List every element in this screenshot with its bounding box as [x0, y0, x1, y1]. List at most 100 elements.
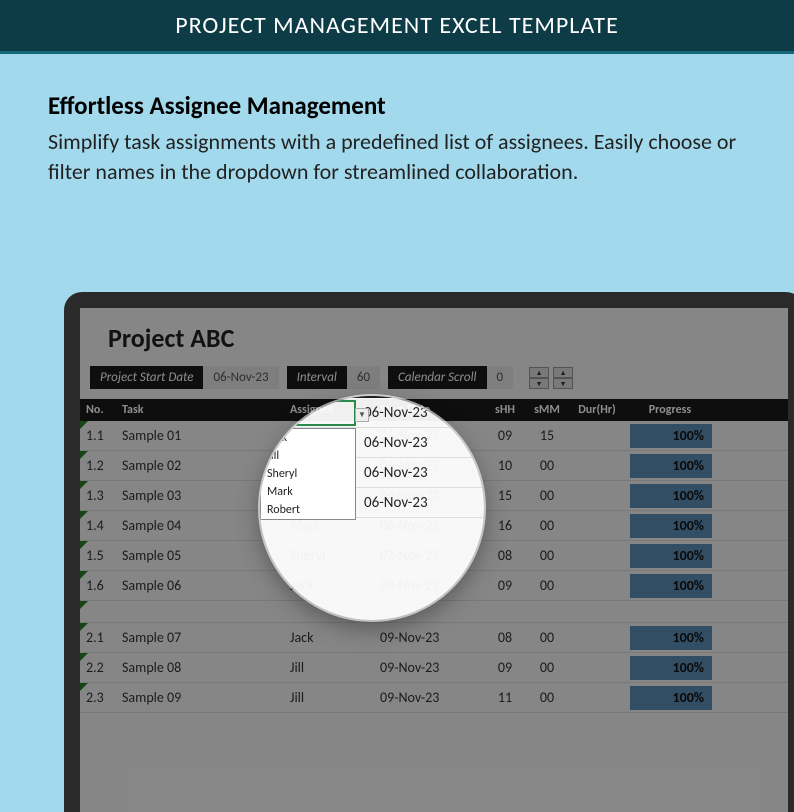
- page-banner: PROJECT MANAGEMENT EXCEL TEMPLATE: [0, 0, 794, 54]
- cell-start[interactable]: 09-Nov-23: [374, 659, 484, 676]
- chevron-up-icon[interactable]: ▲: [553, 367, 573, 378]
- cell-shh[interactable]: 08: [484, 547, 526, 564]
- cell-assignee[interactable]: Jill: [284, 659, 374, 676]
- spinner-2[interactable]: ▲ ▼: [553, 367, 573, 389]
- cell-no[interactable]: 1.1: [80, 427, 116, 444]
- spinner-1[interactable]: ▲ ▼: [529, 367, 549, 389]
- cell-smm[interactable]: 00: [526, 659, 568, 676]
- cell-no[interactable]: 1.6: [80, 577, 116, 594]
- table-spacer: [80, 601, 788, 623]
- cell-no[interactable]: 2.2: [80, 659, 116, 676]
- spotlight-start-0[interactable]: 06-Nov-23: [358, 404, 478, 422]
- table-row[interactable]: 2.2Sample 08Jill09-Nov-230900 100%: [80, 653, 788, 683]
- cell-smm[interactable]: 00: [526, 577, 568, 594]
- cell-no[interactable]: 1.4: [80, 517, 116, 534]
- cell-progress-wrap: 100%: [626, 544, 714, 568]
- cell-progress-wrap: 100%: [626, 626, 714, 650]
- chevron-down-icon[interactable]: ▼: [553, 378, 573, 389]
- param-interval-value[interactable]: 60: [347, 366, 380, 389]
- cell-smm[interactable]: 00: [526, 517, 568, 534]
- spinner-group: ▲ ▼ ▲ ▼: [529, 367, 573, 389]
- dropdown-option[interactable]: Jill: [261, 447, 355, 465]
- cell-shh[interactable]: 10: [484, 457, 526, 474]
- cell-progress-wrap: 100%: [626, 454, 714, 478]
- cell-no[interactable]: 2.1: [80, 629, 116, 646]
- triangle-icon: [80, 451, 88, 459]
- cell-smm[interactable]: 00: [526, 487, 568, 504]
- param-scroll-label: Calendar Scroll: [388, 366, 487, 389]
- cell-task[interactable]: Sample 02: [116, 457, 284, 474]
- progress-cell[interactable]: 100%: [630, 626, 712, 650]
- cell-assignee[interactable]: Jill: [284, 689, 374, 706]
- cell-shh[interactable]: 09: [484, 427, 526, 444]
- spotlight-start-3[interactable]: 06-Nov-23: [358, 494, 478, 512]
- cell-no[interactable]: 1.3: [80, 487, 116, 504]
- cell-no[interactable]: 1.5: [80, 547, 116, 564]
- chevron-up-icon[interactable]: ▲: [529, 367, 549, 378]
- cell-progress-wrap: 100%: [626, 686, 714, 710]
- progress-cell[interactable]: 100%: [630, 656, 712, 680]
- dropdown-option[interactable]: Jack: [261, 429, 355, 447]
- cell-task[interactable]: Sample 04: [116, 517, 284, 534]
- col-header-no: No.: [80, 403, 116, 417]
- project-params-row: Project Start Date 06-Nov-23 Interval 60…: [80, 366, 788, 389]
- triangle-icon: [80, 653, 88, 661]
- cell-start[interactable]: 09-Nov-23: [374, 629, 484, 646]
- progress-cell[interactable]: 100%: [630, 514, 712, 538]
- progress-cell[interactable]: 100%: [630, 484, 712, 508]
- param-interval-label: Interval: [287, 366, 347, 389]
- triangle-icon: [80, 571, 88, 579]
- cell-shh[interactable]: 09: [484, 577, 526, 594]
- promo-section: Effortless Assignee Management Simplify …: [0, 54, 794, 214]
- cell-smm[interactable]: 00: [526, 547, 568, 564]
- col-header-task: Task: [116, 403, 284, 417]
- promo-heading: Effortless Assignee Management: [48, 90, 746, 121]
- param-start-label: Project Start Date: [90, 366, 203, 389]
- table-body-2: 2.1Sample 07Jack09-Nov-230800100%2.2Samp…: [80, 623, 788, 713]
- table-row[interactable]: 2.1Sample 07Jack09-Nov-230800 100%: [80, 623, 788, 653]
- dropdown-option[interactable]: Mark: [261, 483, 355, 501]
- cell-progress-wrap: 100%: [626, 484, 714, 508]
- cell-shh[interactable]: 08: [484, 629, 526, 646]
- cell-task[interactable]: Sample 03: [116, 487, 284, 504]
- param-start-value[interactable]: 06-Nov-23: [203, 366, 278, 389]
- cell-task[interactable]: Sample 06: [116, 577, 284, 594]
- dropdown-handle-icon[interactable]: ▼: [355, 408, 369, 422]
- param-scroll-value[interactable]: 0: [487, 366, 514, 389]
- cell-no[interactable]: 2.3: [80, 689, 116, 706]
- spotlight-start-1[interactable]: 06-Nov-23: [358, 434, 478, 452]
- progress-cell[interactable]: 100%: [630, 686, 712, 710]
- chevron-down-icon[interactable]: ▼: [529, 378, 549, 389]
- cell-task[interactable]: Sample 05: [116, 547, 284, 564]
- cell-assignee[interactable]: Jack: [284, 629, 374, 646]
- cell-shh[interactable]: 15: [484, 487, 526, 504]
- assignee-dropdown-list[interactable]: Jack Jill Sheryl Mark Robert: [260, 428, 356, 520]
- cell-task[interactable]: Sample 08: [116, 659, 284, 676]
- progress-cell[interactable]: 100%: [630, 424, 712, 448]
- cell-no[interactable]: 1.2: [80, 457, 116, 474]
- triangle-icon: [80, 421, 88, 429]
- cell-shh[interactable]: 09: [484, 659, 526, 676]
- cell-smm[interactable]: 15: [526, 427, 568, 444]
- dropdown-option[interactable]: Sheryl: [261, 465, 355, 483]
- cell-smm[interactable]: 00: [526, 457, 568, 474]
- assignee-cell-selected[interactable]: Jack ▼: [266, 400, 356, 426]
- progress-cell[interactable]: 100%: [630, 454, 712, 478]
- cell-shh[interactable]: 16: [484, 517, 526, 534]
- cell-shh[interactable]: 11: [484, 689, 526, 706]
- spotlight-start-2[interactable]: 06-Nov-23: [358, 464, 478, 482]
- col-header-shh: sHH: [484, 403, 526, 417]
- progress-cell[interactable]: 100%: [630, 574, 712, 598]
- cell-smm[interactable]: 00: [526, 689, 568, 706]
- triangle-icon: [80, 481, 88, 489]
- cell-progress-wrap: 100%: [626, 424, 714, 448]
- cell-task[interactable]: Sample 09: [116, 689, 284, 706]
- table-row[interactable]: 2.3Sample 09Jill09-Nov-231100 100%: [80, 683, 788, 713]
- dropdown-option[interactable]: Robert: [261, 501, 355, 519]
- col-header-dur: Dur(Hr): [568, 403, 626, 417]
- cell-smm[interactable]: 00: [526, 629, 568, 646]
- progress-cell[interactable]: 100%: [630, 544, 712, 568]
- cell-task[interactable]: Sample 01: [116, 427, 284, 444]
- cell-task[interactable]: Sample 07: [116, 629, 284, 646]
- cell-start[interactable]: 09-Nov-23: [374, 689, 484, 706]
